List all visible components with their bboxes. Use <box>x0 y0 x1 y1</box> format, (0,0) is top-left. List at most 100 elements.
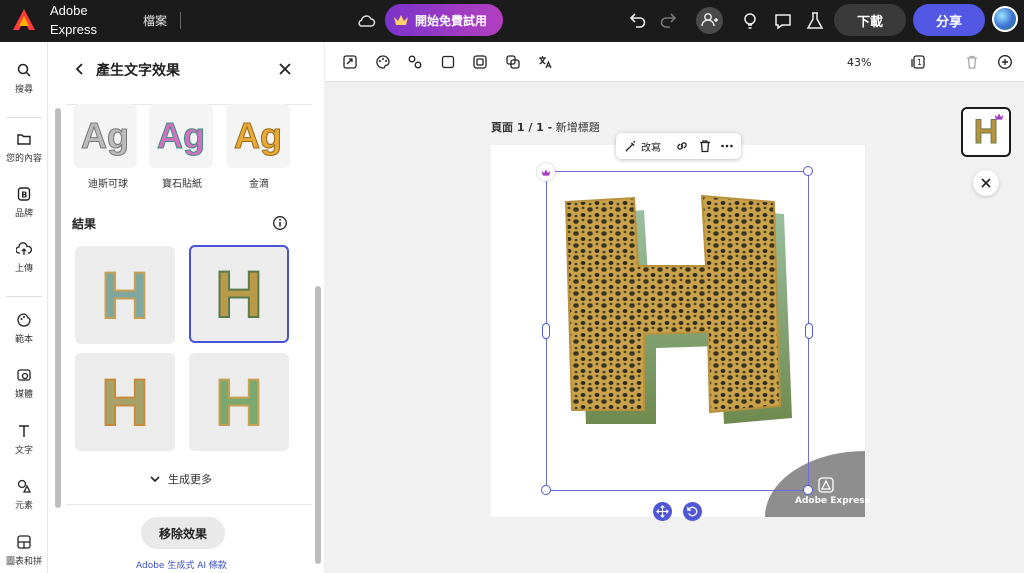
premium-badge <box>537 163 555 181</box>
close-icon <box>981 178 991 188</box>
result-card[interactable]: H <box>75 246 175 344</box>
shapes-icon[interactable] <box>407 54 423 70</box>
svg-text:1: 1 <box>917 58 922 67</box>
redo-icon[interactable] <box>658 10 680 32</box>
media-icon <box>17 369 31 381</box>
elements-icon <box>17 479 32 493</box>
adobe-express-logo[interactable] <box>12 8 36 32</box>
start-free-trial-button[interactable]: 開始免費試用 <box>385 4 503 36</box>
genai-terms-link[interactable]: Adobe 生成式 AI 條款 <box>136 558 227 571</box>
style-label: 金滴 <box>249 179 269 190</box>
share-button[interactable]: 分享 <box>913 4 985 36</box>
generate-more-label: 生成更多 <box>168 473 212 486</box>
adobe-express-logo <box>818 477 834 493</box>
info-icon[interactable] <box>272 215 288 231</box>
more-options-icon[interactable] <box>720 139 734 153</box>
resize-handle-right[interactable] <box>805 323 813 339</box>
add-user-icon <box>701 13 718 27</box>
page-number: 頁面 1 / 1 - <box>491 121 553 134</box>
rail-label: 文字 <box>14 446 33 456</box>
selection-box <box>546 171 809 491</box>
rail-item-elements[interactable]: 元素 <box>0 478 48 511</box>
delete-icon[interactable] <box>964 54 980 70</box>
crown-icon <box>541 168 551 176</box>
page-label[interactable]: 頁面 1 / 1 - 新增標題 <box>491 119 600 135</box>
result-glyph: H <box>214 257 264 331</box>
style-sample: Ag <box>157 115 206 157</box>
file-menu[interactable]: 檔案 <box>143 12 167 29</box>
magic-edit-icon <box>625 140 636 152</box>
brand-icon: B <box>17 187 31 201</box>
trial-label: 開始免費試用 <box>415 13 488 28</box>
generate-more-button[interactable]: 生成更多 <box>150 471 212 487</box>
frame-icon[interactable] <box>472 54 488 70</box>
results-heading: 結果 <box>72 217 97 231</box>
resize-handle-left[interactable] <box>542 323 550 339</box>
flask-icon[interactable] <box>804 10 826 32</box>
result-glyph: H <box>100 365 150 439</box>
crown-icon <box>994 113 1004 120</box>
svg-text:B: B <box>21 191 27 200</box>
rail-label: 品牌 <box>14 209 33 219</box>
undo-icon[interactable] <box>626 10 648 32</box>
divider <box>180 12 181 29</box>
style-card-gold-drip[interactable]: Ag <box>226 104 290 168</box>
style-sample: Ag <box>234 115 283 157</box>
close-icon[interactable] <box>277 61 293 77</box>
search-icon <box>17 63 31 77</box>
divider <box>6 117 42 118</box>
add-page-icon[interactable] <box>997 54 1013 70</box>
resize-handle[interactable] <box>541 485 551 495</box>
folder-icon <box>17 134 31 145</box>
style-sample: Ag <box>81 115 130 157</box>
style-card-disco[interactable]: Ag <box>73 104 137 168</box>
rail-item-upload[interactable]: 上傳 <box>0 241 48 274</box>
panel-title: 產生文字效果 <box>96 63 180 79</box>
palette-icon[interactable] <box>375 54 391 70</box>
page-count-icon[interactable]: 1 <box>910 54 926 70</box>
rail-item-brand[interactable]: B 品牌 <box>0 186 48 219</box>
rewrite-label: 改寫 <box>641 143 661 154</box>
resize-handle[interactable] <box>803 485 813 495</box>
zoom-level[interactable]: 43% <box>847 56 871 69</box>
result-glyph: H <box>100 258 150 332</box>
lightbulb-icon[interactable] <box>739 10 761 32</box>
rail-item-charts-grids[interactable]: 圖表和拼 <box>0 534 48 567</box>
result-card[interactable]: H <box>75 353 175 451</box>
crown-icon <box>394 15 408 25</box>
result-glyph: H <box>214 365 264 439</box>
text-icon <box>19 425 29 437</box>
resize-handle[interactable] <box>803 166 813 176</box>
rail-item-text[interactable]: 文字 <box>0 423 48 456</box>
layers-icon[interactable] <box>505 54 521 70</box>
grid-icon <box>17 535 31 549</box>
square-icon[interactable] <box>440 54 456 70</box>
rewrite-button[interactable]: 改寫 <box>624 139 661 154</box>
brand-name: Adobe Express <box>50 3 97 37</box>
rail-scrollbar[interactable] <box>55 108 61 508</box>
result-card-selected[interactable]: H <box>189 245 289 343</box>
rail-item-your-content[interactable]: 您的內容 <box>0 131 48 164</box>
style-card-gem-sticker[interactable]: Ag <box>149 104 213 168</box>
crop-icon[interactable] <box>342 54 358 70</box>
trash-icon[interactable] <box>698 139 712 153</box>
upload-icon <box>16 242 32 255</box>
link-icon[interactable] <box>675 139 689 153</box>
avatar[interactable] <box>992 6 1018 32</box>
rail-item-search[interactable]: 搜尋 <box>0 62 48 95</box>
translate-icon[interactable] <box>537 54 553 70</box>
watermark-text: Adobe Express <box>795 496 870 506</box>
result-card[interactable]: H <box>189 353 289 451</box>
close-thumbnail-button[interactable] <box>973 170 999 196</box>
rail-item-media[interactable]: 媒體 <box>0 367 48 400</box>
back-arrow-icon[interactable] <box>72 60 88 78</box>
cloud-icon[interactable] <box>356 11 376 31</box>
remove-effect-button[interactable]: 移除效果 <box>141 517 225 549</box>
rail-label: 媒體 <box>14 390 33 400</box>
rail-item-templates[interactable]: 範本 <box>0 312 48 345</box>
rail-label: 元素 <box>14 501 33 511</box>
download-button[interactable]: 下載 <box>834 4 906 36</box>
panel-scrollbar[interactable] <box>315 286 321 564</box>
rail-label: 您的內容 <box>5 154 42 164</box>
comment-icon[interactable] <box>772 10 794 32</box>
